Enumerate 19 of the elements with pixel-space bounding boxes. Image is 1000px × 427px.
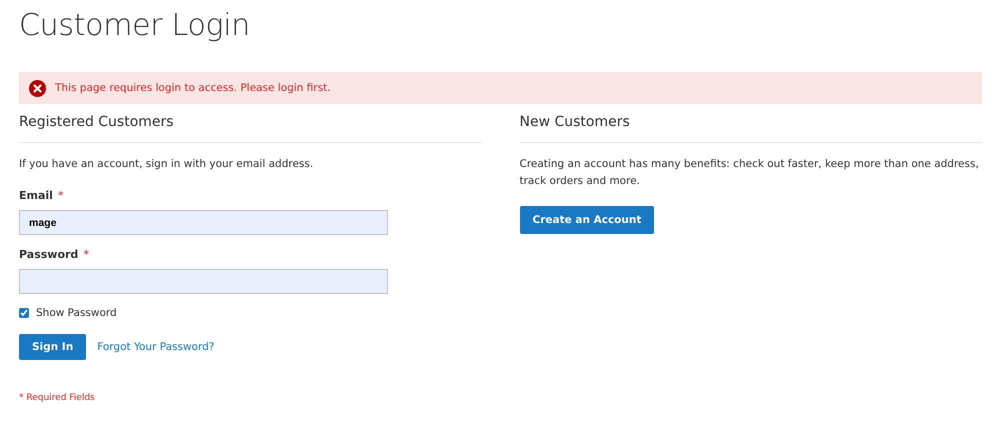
password-field[interactable] — [19, 269, 388, 294]
message-text: This page requires login to access. Please login first. — [55, 82, 331, 94]
benefits-text: Creating an account has many benefits: check out faster, keep more than one address, track orders and more. — [520, 157, 980, 189]
required-mark: * — [58, 189, 64, 202]
checkbox-label: Show Password — [36, 307, 117, 319]
show-password-checkbox[interactable] — [19, 308, 29, 318]
section-heading: Registered Customers — [19, 112, 482, 143]
field-label: Email — [19, 189, 53, 202]
sign-in-button[interactable]: Sign In — [19, 334, 86, 360]
section-heading: New Customers — [520, 112, 982, 143]
required-fields-note: * Required Fields — [19, 393, 95, 403]
create-account-button[interactable]: Create an Account — [520, 206, 654, 234]
email-field[interactable]: mage — [19, 210, 388, 235]
error-icon — [29, 80, 46, 96]
field-label: Password — [19, 248, 78, 261]
required-mark: * — [83, 248, 89, 261]
intro-text: If you have an account, sign in with your email address. — [19, 157, 314, 172]
page-title: Customer Login — [19, 7, 251, 45]
forgot-password-link[interactable]: Forgot Your Password? — [97, 341, 214, 353]
